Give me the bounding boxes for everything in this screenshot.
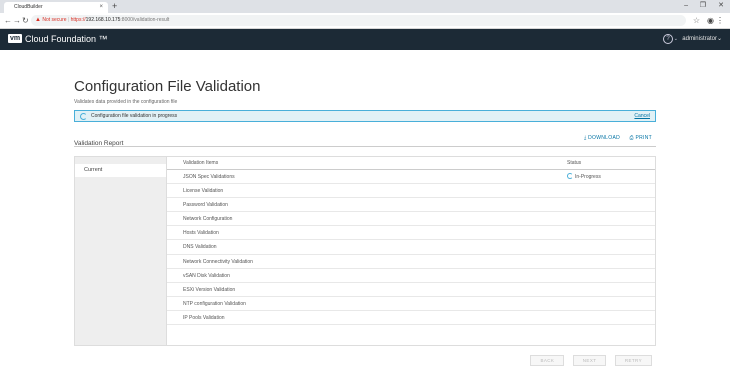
validation-item-name: Network Configuration xyxy=(183,216,233,223)
minimize-icon[interactable]: – xyxy=(684,0,688,12)
user-name: administrator xyxy=(682,36,717,42)
main-content: Configuration File Validation Validates … xyxy=(74,78,656,346)
progress-alert: Configuration file validation in progres… xyxy=(74,110,656,122)
download-label: DOWNLOAD xyxy=(588,135,620,141)
column-header-items: Validation Items xyxy=(183,160,219,166)
help-caret-icon[interactable]: ⌄ xyxy=(674,33,678,45)
alert-text: Configuration file validation in progres… xyxy=(91,113,178,119)
spinner-icon xyxy=(80,112,87,120)
validation-item-name: Hosts Validation xyxy=(183,230,219,237)
user-menu[interactable]: administrator⌄ xyxy=(682,33,722,45)
validation-table: Validation Items Status JSON Spec Valida… xyxy=(166,157,655,345)
reload-icon[interactable]: ↻ xyxy=(22,15,29,26)
forward-arrow-icon[interactable]: → xyxy=(13,15,21,26)
back-button[interactable]: BACK xyxy=(530,355,565,366)
print-label: PRINT xyxy=(635,135,652,141)
restore-icon[interactable]: ❐ xyxy=(700,0,706,12)
download-button[interactable]: ⤓ DOWNLOAD xyxy=(584,132,620,144)
table-row: Hosts Validation xyxy=(167,226,655,241)
table-row: Network Connectivity Validation xyxy=(167,255,655,269)
app-header: vm Cloud Foundation ™ ? ⌄ administrator⌄ xyxy=(0,29,730,50)
validation-item-name: NTP configuration Validation xyxy=(183,300,246,307)
status-text: In-Progress xyxy=(575,174,601,180)
validation-item-name: Network Connectivity Validation xyxy=(183,258,253,265)
next-button[interactable]: NEXT xyxy=(572,355,607,366)
warning-icon: ▲ xyxy=(35,17,41,23)
validation-item-name: IP Pools Validation xyxy=(183,314,225,321)
app-name: Cloud Foundation ™ xyxy=(25,34,108,44)
nav-item-current[interactable]: Current xyxy=(75,164,166,177)
table-row: IP Pools Validation xyxy=(167,311,655,326)
new-tab-button[interactable]: + xyxy=(112,1,117,12)
url-field[interactable]: ▲ Not secure | https://192.168.10.175:80… xyxy=(31,15,686,26)
vm-logo: vm xyxy=(8,34,23,43)
table-header: Validation Items Status xyxy=(167,157,655,170)
validation-item-name: vSAN Disk Validation xyxy=(183,272,230,279)
validation-item-name: License Validation xyxy=(183,188,224,195)
address-bar: ← → ↻ ▲ Not secure | https://192.168.10.… xyxy=(0,13,730,29)
report-panel: Current Validation Items Status JSON Spe… xyxy=(74,156,656,346)
validation-item-name: DNS Validation xyxy=(183,244,217,251)
not-secure-label: Not secure xyxy=(42,17,67,23)
table-body: JSON Spec Validations In-Progress License … xyxy=(167,170,655,326)
browser-tab[interactable]: CloudBuilder × xyxy=(4,2,108,13)
tab-close-icon[interactable]: × xyxy=(99,2,103,13)
url-protocol: https:// xyxy=(70,17,86,23)
table-row: DNS Validation xyxy=(167,240,655,255)
page-title: Configuration File Validation xyxy=(74,78,261,95)
validation-item-name: Password Validation xyxy=(183,202,228,209)
spinner-icon xyxy=(567,173,573,179)
help-icon[interactable]: ? xyxy=(663,34,673,44)
column-header-status: Status xyxy=(567,160,582,166)
account-icon[interactable]: ◉ xyxy=(707,15,714,26)
validation-status: In-Progress xyxy=(567,170,601,184)
table-row: JSON Spec Validations In-Progress xyxy=(167,170,655,185)
browser-tab-bar: CloudBuilder × + – ❐ ✕ xyxy=(0,0,730,13)
table-row: Password Validation xyxy=(167,198,655,213)
page-subtitle: Validates data provided in the configura… xyxy=(74,99,178,105)
close-window-icon[interactable]: ✕ xyxy=(718,0,724,12)
tab-title: CloudBuilder xyxy=(14,4,43,10)
table-row: Network Configuration xyxy=(167,212,655,227)
back-arrow-icon[interactable]: ← xyxy=(4,15,12,26)
retry-button[interactable]: RETRY xyxy=(614,355,652,366)
validation-item-name: JSON Spec Validations xyxy=(183,174,235,180)
table-row: License Validation xyxy=(167,184,655,199)
report-header: Validation Report ⤓ DOWNLOAD ⎙ PRINT xyxy=(74,132,656,147)
print-button[interactable]: ⎙ PRINT xyxy=(630,132,653,144)
bookmark-star-icon[interactable]: ☆ xyxy=(693,15,700,26)
browser-menu-icon[interactable]: ⋮ xyxy=(716,15,724,26)
table-row: NTP configuration Validation xyxy=(167,297,655,311)
report-title: Validation Report xyxy=(74,140,124,147)
url-path: :8000/validation-result xyxy=(120,17,170,23)
cancel-link[interactable]: Cancel xyxy=(634,111,650,121)
url-host: 192.168.10.175 xyxy=(85,17,121,23)
table-row: vSAN Disk Validation xyxy=(167,269,655,283)
footer-buttons: BACK NEXT RETRY xyxy=(526,349,652,367)
table-row: ESXi Version Validation xyxy=(167,283,655,297)
validation-item-name: ESXi Version Validation xyxy=(183,286,236,293)
